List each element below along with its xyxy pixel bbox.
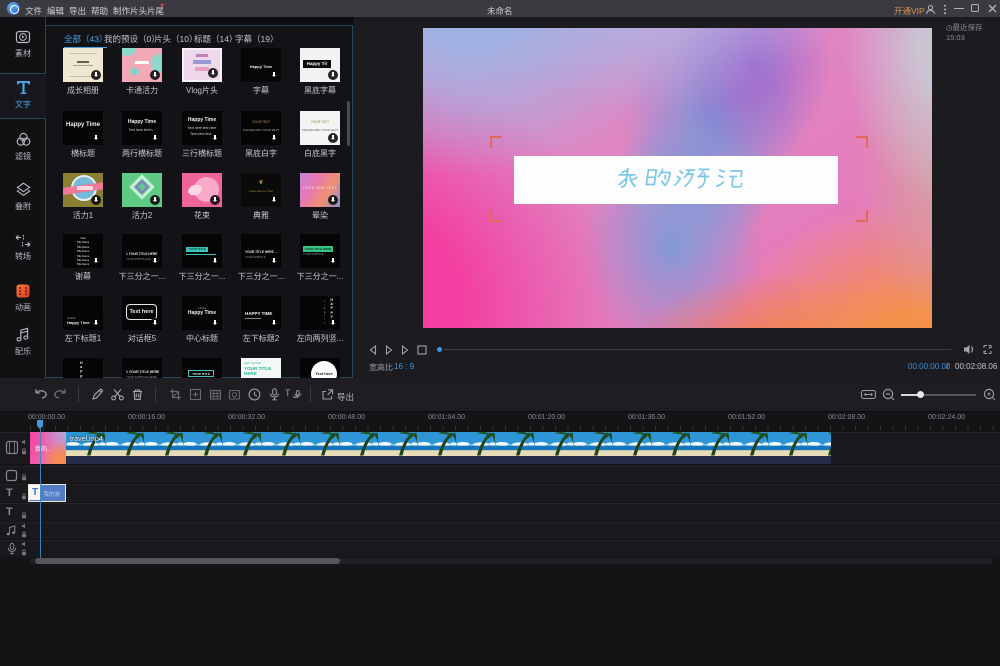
svg-text:T: T: [285, 388, 291, 398]
